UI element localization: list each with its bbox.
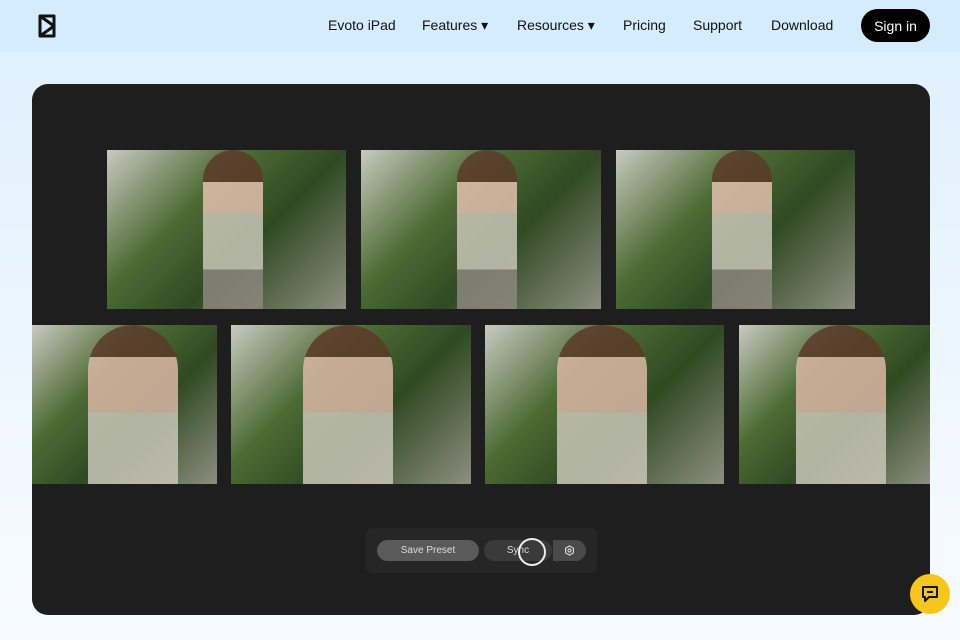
nav-download[interactable]: Download	[771, 17, 833, 33]
site-header: Evoto iPad Features ▾ Resources ▾ Pricin…	[0, 0, 960, 52]
photo-thumbnail[interactable]	[616, 150, 855, 309]
nav-features[interactable]: Features ▾	[422, 17, 488, 34]
chat-bubble-icon	[922, 586, 938, 602]
sync-settings-button[interactable]	[553, 540, 586, 561]
save-preset-button[interactable]: Save Preset	[377, 540, 479, 561]
photo-thumbnail[interactable]	[32, 325, 217, 484]
photo-thumbnail[interactable]	[107, 150, 346, 309]
chat-button[interactable]	[910, 574, 950, 614]
cursor-indicator	[518, 538, 546, 566]
nav-support[interactable]: Support	[693, 17, 742, 33]
preset-toolbar: Save Preset Sync	[366, 528, 597, 573]
photo-thumbnail[interactable]	[361, 150, 601, 309]
photo-thumbnail[interactable]	[739, 325, 930, 484]
gear-icon	[565, 545, 574, 556]
photo-thumbnail[interactable]	[485, 325, 724, 484]
nav-pricing[interactable]: Pricing	[623, 17, 666, 33]
evoto-logo-icon[interactable]	[36, 13, 58, 39]
nav-resources[interactable]: Resources ▾	[517, 17, 595, 34]
nav-evoto-ipad[interactable]: Evoto iPad	[328, 17, 396, 33]
photo-thumbnail[interactable]	[231, 325, 471, 484]
demo-panel: Save Preset Sync	[32, 84, 930, 615]
sign-in-button[interactable]: Sign in	[861, 9, 930, 42]
